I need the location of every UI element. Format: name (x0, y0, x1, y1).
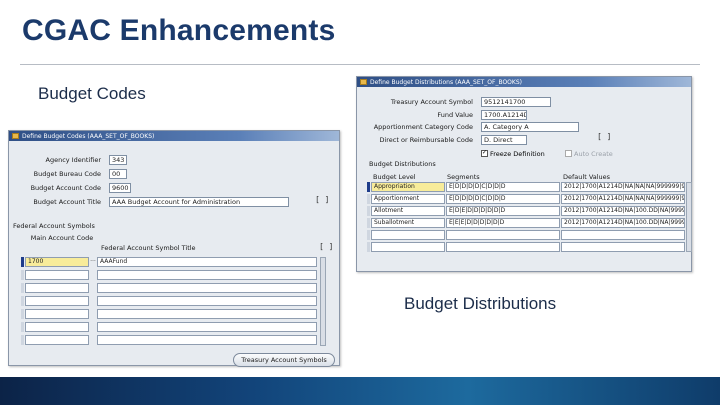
freeze-definition-label: Freeze Definition (490, 150, 545, 158)
codes-window-titlebar: Define Budget Codes (AAA_SET_OF_BOOKS) (9, 131, 339, 141)
row-selector[interactable] (367, 242, 370, 252)
row-selector[interactable] (21, 296, 24, 306)
dist-field-label: Fund Value (437, 111, 473, 119)
codes-field-input[interactable]: 00 (109, 169, 127, 179)
row-selector[interactable] (21, 322, 24, 332)
segments-cell[interactable]: E|D|D|D|D|C|D|D|D (446, 194, 560, 204)
column-segments: Segments (447, 173, 480, 181)
segments-cell[interactable]: E|E|E|D|D|D|D|D|D (446, 218, 560, 228)
federal-account-symbol-title-cell[interactable] (97, 296, 317, 306)
title-divider (20, 64, 700, 65)
budget-level-cell[interactable]: Apportionment (371, 194, 445, 204)
dist-field-label: Treasury Account Symbol (390, 98, 473, 106)
define-budget-distributions-window: Define Budget Distributions (AAA_SET_OF_… (356, 76, 692, 272)
main-account-code-cell[interactable]: 1700 (25, 257, 89, 267)
main-account-code-cell[interactable] (25, 296, 89, 306)
lov-bracket-icon: [ ] (315, 195, 330, 204)
dist-window-titlebar: Define Budget Distributions (AAA_SET_OF_… (357, 77, 691, 87)
caption-budget-distributions: Budget Distributions (404, 294, 557, 313)
codes-field-input[interactable]: 9600 (109, 183, 131, 193)
main-account-code-cell[interactable] (25, 309, 89, 319)
budget-distributions-section-label: Budget Distributions (369, 160, 436, 168)
dist-table-scrollbar[interactable] (686, 182, 692, 252)
main-account-code-cell[interactable] (25, 283, 89, 293)
codes-field-input[interactable]: AAA Budget Account for Administration (109, 197, 289, 207)
row-selector[interactable] (21, 309, 24, 319)
budget-level-cell[interactable]: Allotment (371, 206, 445, 216)
dist-field-input[interactable]: D. Direct (481, 135, 527, 145)
segments-cell[interactable]: E|D|D|D|D|C|D|D|D (446, 182, 560, 192)
codes-table-scrollbar[interactable] (320, 257, 326, 346)
segments-cell[interactable] (446, 242, 560, 252)
dist-field-input[interactable]: 1700.A1214D (481, 110, 527, 120)
segments-cell[interactable] (446, 230, 560, 240)
main-account-code-cell[interactable] (25, 335, 89, 345)
federal-account-symbol-title-cell[interactable] (97, 335, 317, 345)
codes-window-title: Define Budget Codes (AAA_SET_OF_BOOKS) (22, 132, 155, 140)
dist-field-label: Direct or Reimbursable Code (379, 136, 473, 144)
column-default-values: Default Values (563, 173, 611, 181)
default-values-cell[interactable]: 2012|1700|A1214D|NA|100.DD|NA|999999 (561, 206, 685, 216)
federal-account-symbols-label: Federal Account Symbols (13, 222, 95, 230)
budget-level-cell[interactable] (371, 230, 445, 240)
main-account-code-cell[interactable] (25, 270, 89, 280)
lov-ellipsis-icon[interactable]: … (90, 257, 96, 263)
row-selector[interactable] (367, 230, 370, 240)
dist-field-label: Apportionment Category Code (373, 123, 473, 131)
default-values-cell[interactable] (561, 242, 685, 252)
row-selector[interactable] (367, 194, 370, 204)
default-values-cell[interactable]: 2012|1700|A1214D|NA|100.DD|NA|999999 (561, 218, 685, 228)
row-selector[interactable] (367, 182, 370, 192)
dist-field-input[interactable]: A. Category A (481, 122, 579, 132)
row-selector[interactable] (21, 257, 24, 267)
footer-bar (0, 377, 720, 405)
oracle-form-icon (12, 133, 19, 139)
oracle-form-icon (360, 79, 367, 85)
row-selector[interactable] (21, 335, 24, 345)
dist-field-input[interactable]: 9512141700 (481, 97, 551, 107)
federal-account-symbol-title-cell[interactable] (97, 283, 317, 293)
main-account-code-cell[interactable] (25, 322, 89, 332)
slide-title: CGAC Enhancements (22, 14, 336, 47)
caption-budget-codes: Budget Codes (38, 84, 146, 103)
folder-bracket-icon: [ ] (319, 242, 334, 251)
row-selector[interactable] (367, 206, 370, 216)
define-budget-codes-window: Define Budget Codes (AAA_SET_OF_BOOKS) A… (8, 130, 340, 367)
federal-account-symbol-title-cell[interactable] (97, 322, 317, 332)
codes-field-label: Agency Identifier (45, 156, 101, 164)
federal-account-symbol-title-cell[interactable] (97, 309, 317, 319)
treasury-account-symbols-button[interactable]: Treasury Account Symbols (233, 353, 335, 367)
row-selector[interactable] (21, 270, 24, 280)
codes-field-label: Budget Bureau Code (33, 170, 101, 178)
default-values-cell[interactable]: 2012|1700|A1214D|NA|NA|NA|999999|9999 (561, 182, 685, 192)
row-selector[interactable] (367, 218, 370, 228)
column-federal-account-symbol-title: Federal Account Symbol Title (101, 244, 196, 252)
auto-create-label: Auto Create (574, 150, 613, 158)
codes-field-label: Budget Account Title (33, 198, 101, 206)
row-selector[interactable] (21, 283, 24, 293)
codes-field-label: Budget Account Code (30, 184, 101, 192)
lov-bracket-icon: [ ] (597, 132, 612, 141)
default-values-cell[interactable]: 2012|1700|A1214D|NA|NA|NA|999999|9999 (561, 194, 685, 204)
budget-level-cell[interactable]: Suballotment (371, 218, 445, 228)
dist-window-title: Define Budget Distributions (AAA_SET_OF_… (370, 78, 522, 86)
federal-account-symbol-title-cell[interactable]: AAAFund (97, 257, 317, 267)
auto-create-checkbox[interactable] (565, 150, 572, 157)
freeze-definition-checkbox[interactable]: ✓ (481, 150, 488, 157)
federal-account-symbol-title-cell[interactable] (97, 270, 317, 280)
column-budget-level: Budget Level (373, 173, 416, 181)
codes-field-input[interactable]: 343 (109, 155, 127, 165)
segments-cell[interactable]: E|D|E|D|D|D|D|D|D (446, 206, 560, 216)
column-main-account-code: Main Account Code (30, 234, 94, 242)
budget-level-cell[interactable] (371, 242, 445, 252)
default-values-cell[interactable] (561, 230, 685, 240)
budget-level-cell[interactable]: Appropriation (371, 182, 445, 192)
